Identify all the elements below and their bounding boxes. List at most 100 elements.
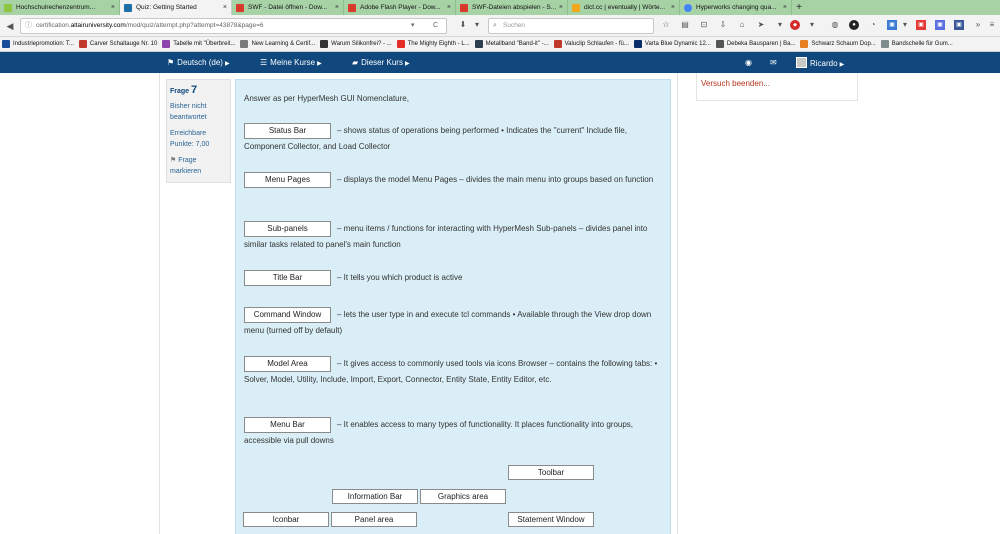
tab-favicon-icon <box>460 3 468 12</box>
toolbar-dropdown-icon[interactable]: ▾ <box>775 20 785 30</box>
drag-choice[interactable]: Statement Window <box>508 512 594 527</box>
close-icon[interactable]: × <box>783 4 787 11</box>
my-courses-menu[interactable]: ☰ Meine Kurse ▶ <box>260 57 322 70</box>
divider <box>159 73 160 534</box>
browser-tab[interactable]: SWF - Datei öffnen - Dow... × <box>232 0 344 15</box>
screenshot-icon[interactable]: ▣ <box>916 20 926 30</box>
circle-extension-icon[interactable]: ◍ <box>830 20 840 30</box>
bookmark-item[interactable]: The Mighty Eighth - L... <box>396 40 470 48</box>
bookmark-star-icon[interactable]: ☆ <box>661 20 671 30</box>
flag-question-link[interactable]: ⚑ Frage <box>170 155 227 166</box>
search-placeholder: Suchen <box>503 22 526 29</box>
drag-choice[interactable]: Iconbar <box>243 512 329 527</box>
browser-tab-active[interactable]: Quiz: Getting Started × <box>120 0 232 15</box>
bookmark-item[interactable]: Varta Blue Dynamic 12... <box>633 40 711 48</box>
close-icon[interactable]: × <box>447 4 451 11</box>
pocket-icon[interactable]: ● <box>849 20 859 30</box>
info-icon[interactable]: ⓘ <box>25 19 32 33</box>
drop-zone[interactable]: Status Bar <box>244 123 331 139</box>
bookmark-favicon-icon <box>162 40 171 48</box>
flag-label[interactable]: markieren <box>170 166 227 177</box>
send-icon[interactable]: ➤ <box>756 20 766 30</box>
reload-icon[interactable]: C <box>433 19 438 33</box>
user-menu[interactable]: Ricardo ▶ <box>796 57 844 71</box>
adblock-icon[interactable]: ◆ <box>790 20 800 30</box>
question-info-panel: Frage 7 Bisher nicht beantwortet Erreich… <box>166 79 231 183</box>
browser-tab[interactable]: dict.cc | eventually | Wörte... × <box>568 0 680 15</box>
bookmark-item[interactable]: Industriepromotion: T... <box>2 40 74 48</box>
tab-title: Quiz: Getting Started <box>136 4 197 11</box>
new-tab-button[interactable]: + <box>792 0 806 15</box>
search-input[interactable]: ⌕ Suchen <box>488 18 654 34</box>
drag-choice[interactable]: Information Bar <box>332 489 418 504</box>
bookmark-label: The Mighty Eighth - L... <box>407 41 470 47</box>
more-icon[interactable]: » <box>973 20 983 30</box>
bookmark-label: New Learning & Certif... <box>251 41 316 47</box>
finish-attempt-link[interactable]: Versuch beenden... <box>701 79 770 88</box>
bookmark-item[interactable]: Metallband "Band-it" -... <box>474 40 549 48</box>
extension-icon[interactable]: ▣ <box>954 20 964 30</box>
browser-tab[interactable]: Hyperworks changing qua... × <box>680 0 792 15</box>
close-icon[interactable]: × <box>671 4 675 11</box>
caret-right-icon: ▶ <box>224 61 230 67</box>
messages-icon[interactable]: ✉ <box>770 57 777 68</box>
reading-list-icon[interactable]: ▤ <box>680 20 690 30</box>
item-text: – displays the model Menu Pages – divide… <box>337 175 654 185</box>
bookmark-item[interactable]: Bandschelle für Gum... <box>880 40 953 48</box>
bookmark-label: Varta Blue Dynamic 12... <box>644 41 711 47</box>
this-course-menu[interactable]: ▰ Dieser Kurs ▶ <box>352 57 410 70</box>
question-item: Model Area – It gives access to commonly … <box>244 356 664 387</box>
question-number-value: 7 <box>191 84 198 96</box>
tab-favicon-icon <box>348 3 356 12</box>
question-item: Menu Bar – It enables access to many type… <box>244 417 664 448</box>
drop-zone[interactable]: Sub-panels <box>244 221 331 237</box>
dropdown-arrow-icon[interactable]: ▾ <box>411 19 415 33</box>
language-label: Deutsch (de) <box>177 58 223 67</box>
drop-zone[interactable]: Model Area <box>244 356 331 372</box>
lock-icon[interactable]: ⊡ <box>699 20 709 30</box>
menu-hamburger-icon[interactable]: ≡ <box>987 20 997 30</box>
drop-zone[interactable]: Menu Bar <box>244 417 331 433</box>
translate-icon[interactable]: ▣ <box>887 20 897 30</box>
download-arrow-icon[interactable]: ⇩ <box>718 20 728 30</box>
close-icon[interactable]: × <box>223 4 227 11</box>
extension-dropdown-icon[interactable]: ▾ <box>807 20 817 30</box>
bookmark-label: Bandschelle für Gum... <box>891 41 953 47</box>
bookmark-item[interactable]: Tabelle mit "Überbreit... <box>162 40 235 48</box>
extension-icon[interactable]: ▣ <box>935 20 945 30</box>
tab-favicon-icon <box>124 3 132 12</box>
drop-zone[interactable]: Menu Pages <box>244 172 331 188</box>
clock-icon[interactable]: ◔ <box>868 20 878 30</box>
language-menu[interactable]: ⚑ Deutsch (de) ▶ <box>167 57 230 70</box>
drop-zone[interactable]: Command Window <box>244 307 331 323</box>
browser-tab[interactable]: SWF-Dateien abspielen - S... × <box>456 0 568 15</box>
caret-right-icon: ▶ <box>839 62 845 68</box>
extension-dropdown-icon[interactable]: ▾ <box>900 20 910 30</box>
drag-choice[interactable]: Toolbar <box>508 465 594 480</box>
drag-choice[interactable]: Panel area <box>331 512 417 527</box>
close-icon[interactable]: × <box>111 4 115 11</box>
browser-tab[interactable]: Hochschulrechenzentrum... × <box>0 0 120 15</box>
download-icon[interactable]: ⬇ <box>458 20 468 30</box>
tab-title: dict.cc | eventually | Wörte... <box>584 4 666 11</box>
list-icon: ☰ <box>260 58 268 67</box>
bookmark-item[interactable]: Warum Silikonfrei? - ... <box>320 40 392 48</box>
notifications-icon[interactable]: ◉ <box>745 57 752 68</box>
url-bar[interactable]: ⓘ certification.altairuniversity.com/mod… <box>20 18 447 34</box>
home-icon[interactable]: ⌂ <box>737 20 747 30</box>
bookmark-item[interactable]: Valuclip Schlaufen - fü... <box>553 40 629 48</box>
close-icon[interactable]: × <box>559 4 563 11</box>
back-arrow-icon[interactable]: ◀ <box>5 20 15 32</box>
bookmark-item[interactable]: Carver Schaltauge Nr. 10 <box>78 40 157 48</box>
question-item: Title Bar – It tells you which product is… <box>244 270 664 286</box>
close-icon[interactable]: × <box>335 4 339 11</box>
tab-favicon-icon <box>572 3 580 12</box>
bookmark-item[interactable]: New Learning & Certif... <box>240 40 315 48</box>
this-course-label: Dieser Kurs <box>361 58 403 67</box>
bookmark-item[interactable]: Debeka Bausparen | Ba... <box>715 40 795 48</box>
drop-zone[interactable]: Title Bar <box>244 270 331 286</box>
drag-choice[interactable]: Graphics area <box>420 489 506 504</box>
bookmark-item[interactable]: Schwarz Schaum Dop... <box>800 40 876 48</box>
browser-tab[interactable]: Adobe Flash Player - Dow... × <box>344 0 456 15</box>
dropdown-arrow-icon[interactable]: ▾ <box>472 20 482 30</box>
